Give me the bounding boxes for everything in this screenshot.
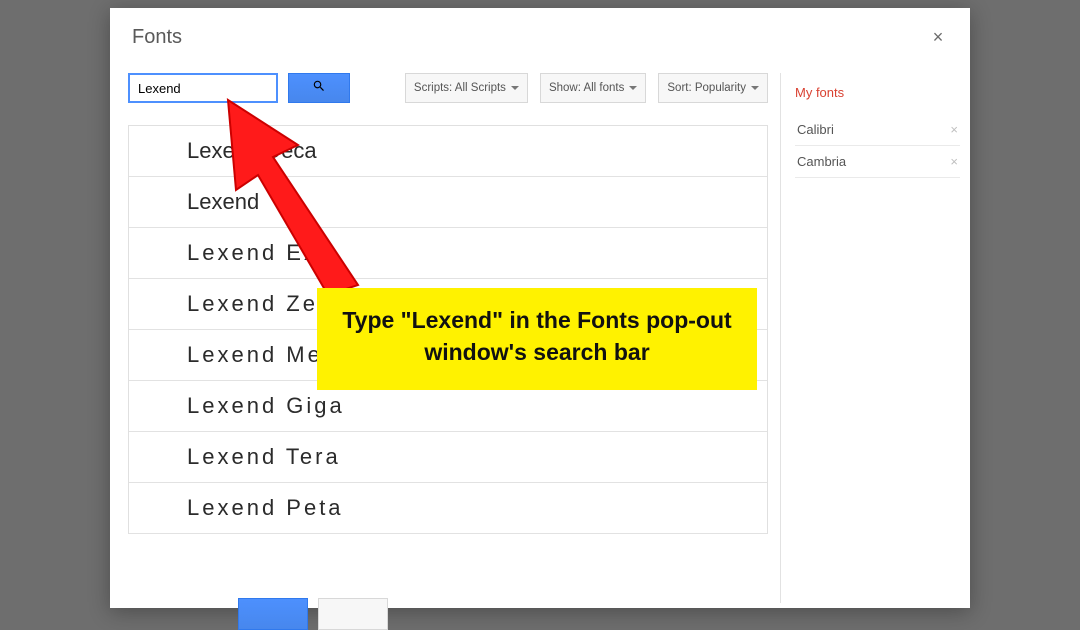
my-font-label: Cambria (797, 154, 846, 169)
scripts-filter-label: Scripts: All Scripts (414, 82, 506, 94)
chevron-down-icon (511, 86, 519, 90)
annotation-text: Type "Lexend" in the Fonts pop-out windo… (342, 307, 731, 365)
search-button[interactable] (288, 73, 350, 103)
remove-font-button[interactable]: × (950, 122, 958, 137)
cancel-button[interactable] (318, 598, 388, 630)
show-filter-label: Show: All fonts (549, 82, 624, 94)
font-row[interactable]: Lexend (129, 177, 767, 228)
font-row[interactable]: Lexend Exa (129, 228, 767, 279)
search-input[interactable] (128, 73, 278, 103)
ok-button[interactable] (238, 598, 308, 630)
search-icon (312, 79, 326, 98)
close-button[interactable]: × (928, 28, 948, 48)
chevron-down-icon (629, 86, 637, 90)
font-row[interactable]: Lexend Tera (129, 432, 767, 483)
dialog-header: Fonts × (110, 8, 970, 63)
font-row[interactable]: Lexend Peta (129, 483, 767, 534)
dialog-title: Fonts (132, 26, 182, 49)
annotation-callout: Type "Lexend" in the Fonts pop-out windo… (317, 288, 757, 390)
show-filter[interactable]: Show: All fonts (540, 73, 646, 103)
my-fonts-title: My fonts (795, 85, 960, 100)
my-font-item[interactable]: Calibri × (795, 114, 960, 146)
toolbar: Scripts: All Scripts Show: All fonts Sor… (128, 73, 768, 103)
scripts-filter[interactable]: Scripts: All Scripts (405, 73, 528, 103)
font-row[interactable]: Lexend Deca (129, 126, 767, 177)
my-font-item[interactable]: Cambria × (795, 146, 960, 178)
sort-filter-label: Sort: Popularity (667, 82, 746, 94)
chevron-down-icon (751, 86, 759, 90)
remove-font-button[interactable]: × (950, 154, 958, 169)
sort-filter[interactable]: Sort: Popularity (658, 73, 768, 103)
my-font-label: Calibri (797, 122, 834, 137)
sidebar: My fonts Calibri × Cambria × (780, 73, 970, 603)
